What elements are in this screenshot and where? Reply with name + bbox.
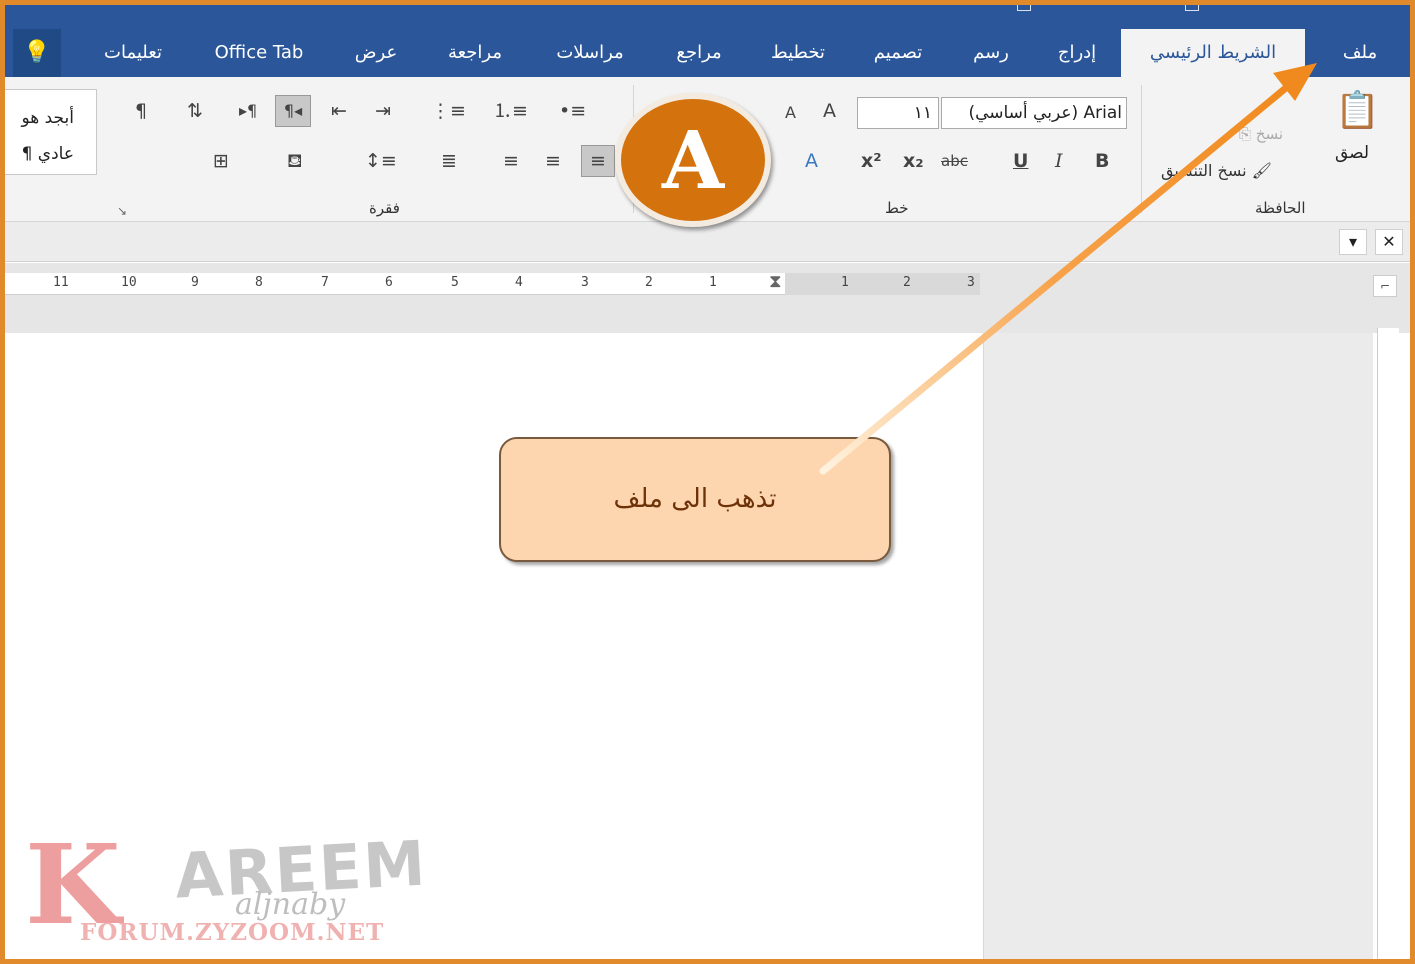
ruler-number: 1 — [841, 275, 849, 290]
ruler-number: 8 — [255, 275, 263, 290]
paragraph-launcher-icon[interactable]: ↘ — [117, 199, 127, 223]
dropdown-arrow-icon[interactable]: ▾ — [1339, 229, 1367, 255]
font-name-combo[interactable]: Arial (عربي أساسي) — [941, 97, 1127, 129]
tab-draw[interactable]: رسم — [955, 29, 1027, 77]
lightbulb-icon[interactable]: 💡 — [13, 29, 61, 77]
copy-button[interactable]: ⎘ نسخ — [1239, 125, 1283, 143]
watermark-script: aljnaby — [235, 887, 346, 922]
ruler-number: 5 — [451, 275, 459, 290]
rtl-icon[interactable]: ¶◂ — [275, 95, 311, 127]
tab-layout[interactable]: تخطيط — [755, 29, 841, 77]
ruler-number: 2 — [903, 275, 911, 290]
format-painter-label: نسخ التنسيق — [1161, 161, 1247, 180]
tab-review[interactable]: مراجعة — [429, 29, 521, 77]
tab-help[interactable]: تعليمات — [83, 29, 183, 77]
page-margin-area — [983, 333, 1373, 959]
ruler-number: 3 — [967, 275, 975, 290]
text-effects-icon[interactable]: A — [805, 149, 818, 173]
pane-toolbar: ▾ ✕ — [5, 222, 1410, 262]
ltr-icon[interactable]: ▸¶ — [239, 99, 257, 123]
window-control-icon[interactable] — [1185, 5, 1199, 11]
instruction-callout: تذهب الى ملف — [499, 437, 891, 562]
ruler-number: 2 — [645, 275, 653, 290]
format-painter-button[interactable]: 🖌 نسخ التنسيق — [1161, 161, 1272, 180]
bullets-icon[interactable]: •≡ — [559, 99, 586, 123]
tab-office-tab[interactable]: Office Tab — [195, 29, 323, 77]
align-right-icon[interactable]: ≡ — [581, 145, 615, 177]
underline-icon[interactable]: U — [1013, 149, 1028, 173]
center-icon[interactable]: ≡ — [545, 149, 561, 173]
ruler-area: 11 10 9 8 7 6 5 4 3 2 1 ⧗ 1 2 3 ⌐ — [5, 263, 1410, 333]
numbering-icon[interactable]: ⒈≡ — [493, 99, 528, 123]
font-group-label: خط — [885, 199, 909, 217]
font-size-combo[interactable]: ١١ — [857, 97, 939, 129]
ruler-number: 10 — [121, 275, 137, 290]
copy-label: نسخ — [1255, 125, 1284, 143]
tab-mailings[interactable]: مراسلات — [535, 29, 645, 77]
bold-icon[interactable]: B — [1095, 149, 1109, 173]
group-separator — [1141, 85, 1142, 213]
tab-file[interactable]: ملف — [1317, 29, 1403, 77]
align-left-icon[interactable]: ≡ — [503, 149, 519, 173]
line-spacing-icon[interactable]: ↕≡ — [365, 149, 397, 173]
ruler-number: 3 — [581, 275, 589, 290]
italic-icon[interactable]: I — [1055, 149, 1063, 173]
borders-icon[interactable]: ⊞ — [213, 149, 229, 173]
paragraph-group-label: فقرة — [369, 199, 400, 217]
ruler-number: 4 — [515, 275, 523, 290]
style-item-1[interactable]: أبجد هو — [21, 108, 74, 128]
tab-design[interactable]: تصميم — [853, 29, 943, 77]
watermark-url: FORUM.ZYZOOM.NET — [80, 919, 385, 946]
shading-icon[interactable]: ⛾ — [287, 149, 303, 173]
tab-home[interactable]: الشريط الرئيسي — [1121, 29, 1305, 77]
ruler-number: 1 — [709, 275, 717, 290]
tab-insert[interactable]: إدراج — [1039, 29, 1115, 77]
tab-stop-selector-icon[interactable]: ⌐ — [1373, 275, 1397, 297]
sort-icon[interactable]: ⇅ — [187, 99, 203, 123]
tab-references[interactable]: مراجع — [657, 29, 741, 77]
app-window: 💡 تعليمات Office Tab عرض مراجعة مراسلات … — [0, 0, 1415, 964]
increase-indent-icon[interactable]: ⇥ — [375, 99, 391, 123]
multilevel-list-icon[interactable]: ⋮≡ — [431, 99, 466, 123]
justify-icon[interactable]: ≣ — [441, 149, 457, 173]
ribbon-tab-bar: 💡 تعليمات Office Tab عرض مراجعة مراسلات … — [5, 5, 1410, 77]
step-badge: A — [615, 93, 771, 227]
subscript-icon[interactable]: x₂ — [903, 149, 924, 173]
styles-gallery[interactable]: أبجد هو ¶ عادي — [5, 89, 97, 175]
decrease-indent-icon[interactable]: ⇤ — [331, 99, 347, 123]
watermark-logo: K AREEM aljnaby FORUM.ZYZOOM.NET — [25, 825, 445, 955]
grow-font-icon[interactable]: A — [823, 99, 836, 123]
style-item-normal[interactable]: ¶ عادي — [22, 144, 74, 164]
ruler-number: 11 — [53, 275, 69, 290]
ruler-margin — [785, 273, 980, 295]
superscript-icon[interactable]: x² — [861, 149, 882, 173]
clipboard-group-label: الحافظة — [1255, 199, 1306, 217]
paste-label[interactable]: لصق — [1335, 143, 1369, 163]
vertical-ruler[interactable] — [1377, 328, 1399, 959]
ruler-number: 7 — [321, 275, 329, 290]
paste-icon[interactable]: 📋 — [1335, 91, 1380, 131]
ruler-number: 6 — [385, 275, 393, 290]
indent-marker-icon[interactable]: ⧗ — [769, 271, 782, 292]
ruler-number: 9 — [191, 275, 199, 290]
strikethrough-icon[interactable]: abc — [941, 149, 968, 173]
close-icon[interactable]: ✕ — [1375, 229, 1403, 255]
tab-view[interactable]: عرض — [335, 29, 417, 77]
shrink-font-icon[interactable]: A — [785, 101, 796, 125]
horizontal-ruler[interactable]: 11 10 9 8 7 6 5 4 3 2 1 ⧗ 1 2 3 — [5, 271, 980, 295]
show-marks-icon[interactable]: ¶ — [135, 99, 147, 123]
window-control-icon[interactable] — [1017, 5, 1031, 11]
